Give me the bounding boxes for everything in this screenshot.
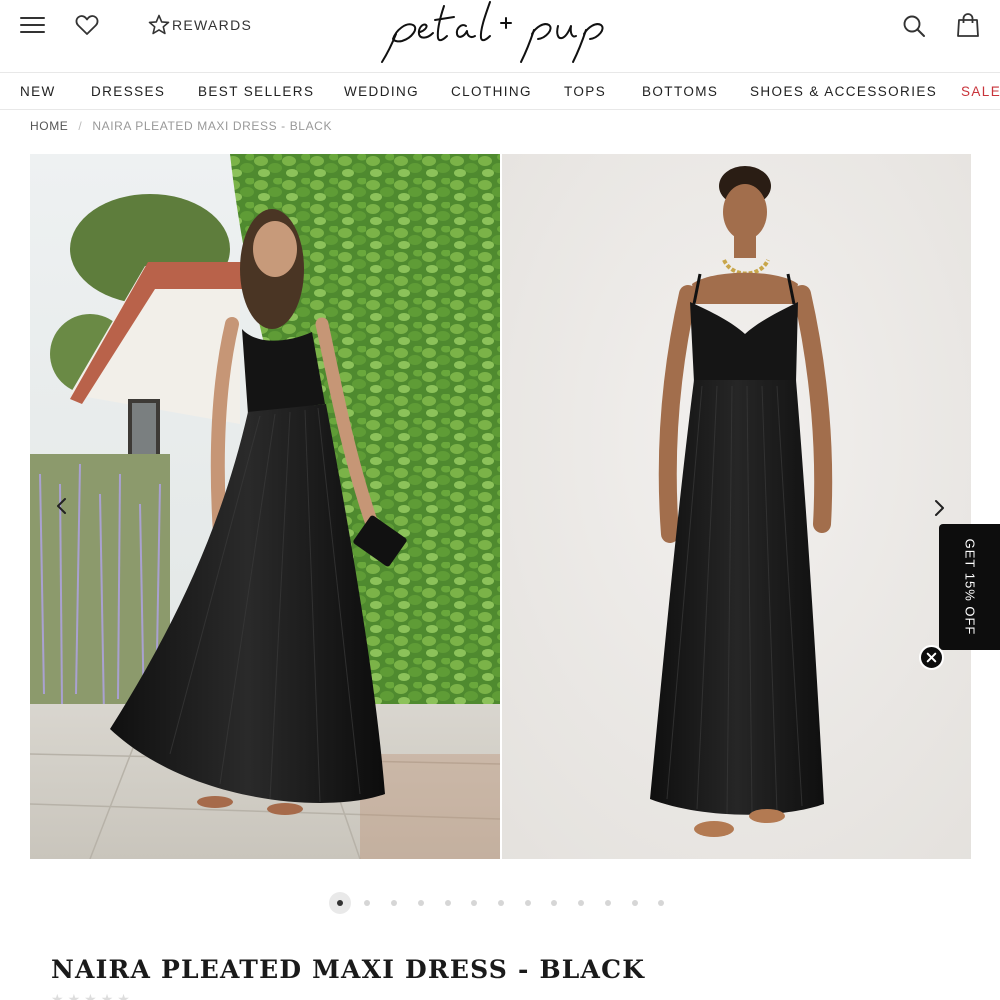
product-gallery [30, 154, 971, 859]
nav-item-new[interactable]: NEW [20, 84, 56, 99]
nav-item-clothing[interactable]: CLOTHING [451, 84, 532, 99]
carousel-dot[interactable] [605, 900, 611, 906]
discount-promo-tab[interactable]: GET 15% OFF [939, 524, 1000, 650]
breadcrumb-separator: / [78, 119, 83, 133]
nav-item-shoes-accessories[interactable]: SHOES & ACCESSORIES [750, 84, 937, 99]
nav-item-wedding[interactable]: WEDDING [344, 84, 419, 99]
carousel-dot[interactable] [418, 900, 424, 906]
carousel-dot[interactable] [525, 900, 531, 906]
product-title: NAIRA PLEATED MAXI DRESS - BLACK [51, 955, 646, 984]
carousel-dot[interactable] [658, 900, 664, 906]
carousel-pagination [0, 891, 1000, 915]
nav-item-tops[interactable]: TOPS [564, 84, 606, 99]
rewards-label: REWARDS [172, 17, 253, 33]
nav-item-sale[interactable]: SALE [961, 84, 1000, 99]
rating-star-icon: ★ [51, 991, 64, 1000]
product-image-outdoor[interactable] [30, 154, 500, 859]
breadcrumb-current: NAIRA PLEATED MAXI DRESS - BLACK [92, 119, 333, 133]
carousel-dot[interactable] [578, 900, 584, 906]
rating-stars[interactable]: ★ ★ ★ ★ ★ [51, 992, 130, 1000]
rating-star-icon: ★ [100, 991, 114, 1000]
carousel-dot[interactable] [445, 900, 451, 906]
star-icon [148, 14, 170, 35]
rating-star-icon: ★ [117, 991, 130, 1000]
breadcrumb-home[interactable]: HOME [30, 119, 68, 133]
chevron-right-icon[interactable] [927, 494, 951, 522]
chevron-left-icon[interactable] [50, 492, 74, 520]
carousel-dot[interactable] [632, 900, 638, 906]
rewards-link[interactable]: REWARDS [147, 13, 252, 37]
product-image-studio[interactable] [502, 154, 971, 859]
rating-star-icon: ★ [67, 991, 81, 1000]
hamburger-menu-icon[interactable] [20, 14, 46, 36]
shopping-bag-icon[interactable] [954, 11, 982, 39]
search-icon[interactable] [900, 12, 928, 40]
carousel-dot[interactable] [498, 900, 504, 906]
nav-item-best-sellers[interactable]: BEST SELLERS [198, 84, 314, 99]
nav-item-dresses[interactable]: DRESSES [91, 84, 165, 99]
nav-item-bottoms[interactable]: BOTTOMS [642, 84, 718, 99]
close-icon[interactable] [919, 645, 944, 670]
heart-icon[interactable] [74, 12, 100, 38]
carousel-dot[interactable] [329, 892, 351, 914]
carousel-dot[interactable] [471, 900, 477, 906]
breadcrumb: HOME / NAIRA PLEATED MAXI DRESS - BLACK [30, 119, 332, 133]
carousel-dot[interactable] [551, 900, 557, 906]
carousel-dot[interactable] [391, 900, 397, 906]
site-logo[interactable] [372, 0, 628, 66]
rating-star-icon: ★ [84, 991, 97, 1000]
main-nav: NEW DRESSES BEST SELLERS WEDDING CLOTHIN… [0, 72, 1000, 110]
carousel-dot[interactable] [364, 900, 370, 906]
site-header: REWARDS [0, 0, 1000, 72]
promo-label: GET 15% OFF [962, 538, 977, 636]
